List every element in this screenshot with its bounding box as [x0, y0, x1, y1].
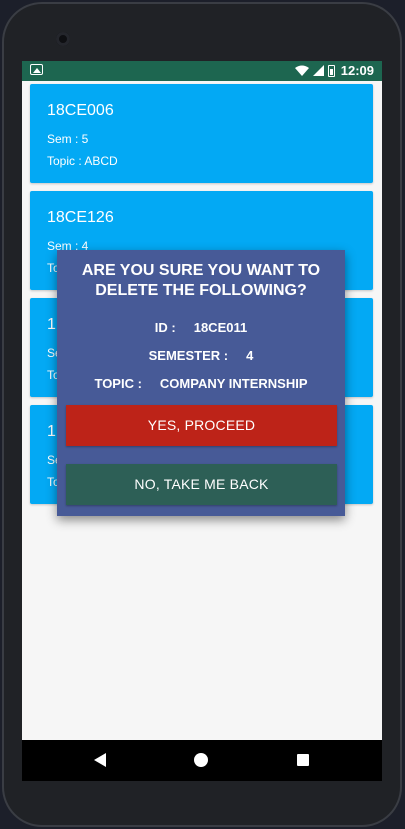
wifi-icon	[294, 65, 309, 76]
no-take-me-back-button[interactable]: NO, TAKE ME BACK	[66, 464, 337, 505]
card-id: 1	[47, 423, 56, 440]
id-label: ID :	[154, 320, 176, 335]
delete-confirm-dialog: ARE YOU SURE YOU WANT TO DELETE THE FOLL…	[57, 250, 345, 516]
notification-icon	[30, 64, 43, 75]
recents-icon[interactable]	[297, 754, 309, 766]
battery-icon	[327, 64, 335, 77]
dialog-title: ARE YOU SURE YOU WANT TO DELETE THE FOLL…	[81, 262, 321, 299]
front-camera	[56, 32, 70, 46]
topic-value: COMPANY INTERNSHIP	[159, 376, 308, 391]
home-icon[interactable]	[194, 753, 208, 767]
card-semester: Sem : 5	[47, 132, 89, 146]
dialog-semester-row: SEMESTER : 4	[57, 348, 345, 363]
semester-label: SEMESTER :	[148, 348, 229, 363]
back-icon[interactable]	[94, 753, 106, 767]
semester-value: 4	[246, 348, 254, 363]
card-topic: Topic : ABCD	[47, 154, 118, 168]
id-value: 18CE011	[193, 320, 248, 335]
topic-label: TOPIC :	[94, 376, 142, 391]
dialog-id-row: ID : 18CE011	[57, 320, 345, 335]
yes-proceed-button[interactable]: YES, PROCEED	[66, 405, 337, 446]
navigation-bar	[22, 740, 382, 781]
card-id: 18CE006	[47, 102, 114, 119]
dialog-topic-row: TOPIC : COMPANY INTERNSHIP	[57, 376, 345, 391]
status-bar: 12:09	[22, 61, 382, 81]
cell-signal-icon	[312, 65, 324, 76]
card-id: 18CE126	[47, 209, 114, 226]
card-id: 1	[47, 316, 56, 333]
status-time: 12:09	[340, 63, 374, 78]
screen: 12:09 18CE006 Sem : 5 Topic : ABCD 18CE1…	[22, 61, 382, 780]
project-card[interactable]: 18CE006 Sem : 5 Topic : ABCD	[30, 84, 373, 183]
